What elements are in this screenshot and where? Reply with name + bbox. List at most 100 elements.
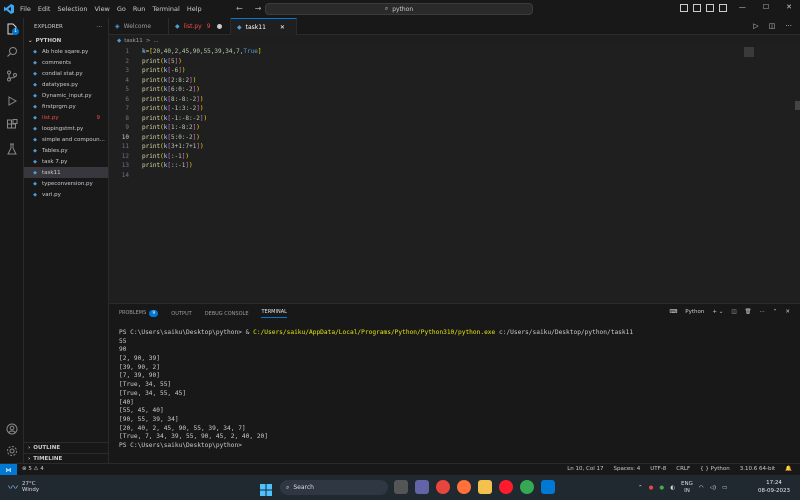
close-tab-icon[interactable]: ✕ [280,24,285,31]
menu-help[interactable]: Help [187,5,202,13]
tray-chevron-icon[interactable]: ⌃ [638,485,643,491]
breadcrumb-file[interactable]: task11 [124,38,143,44]
extensions-icon[interactable] [5,118,19,132]
tab-welcome[interactable]: ◈ Welcome [109,18,169,35]
outline-section[interactable]: › OUTLINE [24,442,109,453]
menu-run[interactable]: Run [133,5,145,13]
search-view-icon[interactable] [5,45,19,59]
tray-app-icon[interactable]: ● [649,485,654,491]
code-line[interactable]: 8 print(k[-1:-8:-2]) [109,114,800,124]
taskbar-search[interactable]: ⌕ Search [280,480,388,495]
tray-app2-icon[interactable]: ● [659,485,664,491]
command-center-search[interactable]: ⌕ python [265,3,533,15]
tab-terminal[interactable]: TERMINAL [261,309,287,318]
close-panel-icon[interactable]: ✕ [785,309,790,315]
tab-task11[interactable]: ◆ task11 ✕ [231,18,297,35]
file-item[interactable]: ◆ datatypes.py [24,79,108,90]
customize-layout-icon[interactable] [719,4,727,12]
back-arrow-icon[interactable]: ← [236,4,243,13]
toggle-sidebar-icon[interactable] [680,4,688,12]
menu-file[interactable]: File [20,5,31,13]
file-item[interactable]: ◆ firstprgm.py [24,101,108,112]
testing-icon[interactable] [5,142,19,156]
explorer-more-icon[interactable]: ··· [97,24,102,30]
terminal-name[interactable]: Python [685,309,704,315]
indentation[interactable]: Spaces: 4 [613,466,640,472]
code-line[interactable]: 4 print(k[2:8:2]) [109,76,800,86]
editor-scrollbar[interactable] [795,101,800,110]
language-indicator[interactable]: ENG IN [681,481,693,495]
folder-python[interactable]: ⌄ PYTHON [24,35,108,46]
windows-start-icon[interactable] [260,481,272,500]
code-line[interactable]: 11 print(k[3+1:7+1]) [109,142,800,152]
problems-status[interactable]: ⊗ 5 ⚠ 4 [22,466,44,472]
clock[interactable]: 17:24 08-09-2023 [758,479,790,495]
maximize-panel-icon[interactable]: ⌃ [773,309,778,315]
file-item[interactable]: ◆ task11 [24,167,108,178]
vscode-taskbar-icon[interactable] [541,480,555,494]
new-terminal-icon[interactable]: + ⌄ [712,309,723,315]
manage-gear-icon[interactable] [5,444,19,458]
more-actions-icon[interactable]: ··· [760,309,765,315]
menu-terminal[interactable]: Terminal [152,5,179,13]
menu-go[interactable]: Go [117,5,126,13]
toggle-panel-icon[interactable] [693,4,701,12]
menu-edit[interactable]: Edit [38,5,51,13]
unsaved-dot-icon[interactable] [216,24,222,29]
task-view-icon[interactable] [394,480,408,494]
forward-arrow-icon[interactable]: → [255,4,262,13]
file-explorer-icon[interactable] [478,480,492,494]
tab-output[interactable]: OUTPUT [171,311,191,317]
menu-view[interactable]: View [94,5,109,13]
file-item[interactable]: ◆ Tables.py [24,145,108,156]
run-debug-icon[interactable] [5,94,19,108]
more-actions-icon[interactable]: ··· [785,22,792,30]
code-line[interactable]: 9 print(k[1:-8:2]) [109,123,800,133]
volume-icon[interactable]: ◁) [710,485,716,491]
tab-list-py[interactable]: ◆ list.py 9 [169,18,231,35]
file-item[interactable]: ◆ list.py 9 [24,112,108,123]
minimap[interactable] [744,47,754,57]
file-item[interactable]: ◆ loopingstmt.py [24,123,108,134]
menu-selection[interactable]: Selection [57,5,87,13]
tab-problems[interactable]: PROBLEMS 9 [119,310,159,317]
code-line[interactable]: 7 print(k[-1:3:-2]) [109,104,800,114]
file-item[interactable]: ◆ Dynamic_input.py [24,90,108,101]
python-interpreter[interactable]: 3.10.6 64-bit [740,466,775,472]
code-line[interactable]: 12 print(k[:-1]) [109,152,800,162]
file-item[interactable]: ◆ Ab hole sqare.py [24,46,108,57]
code-line[interactable]: 5 print(k[6:0:-2]) [109,85,800,95]
wifi-icon[interactable]: ◠ [699,485,704,491]
weather-widget[interactable]: 〰 27°C Windy [8,479,39,495]
file-item[interactable]: ◆ typeconversion.py [24,178,108,189]
cursor-position[interactable]: Ln 10, Col 17 [567,466,603,472]
close-window-icon[interactable]: ✕ [786,3,792,11]
code-line[interactable]: 6 print(k[8:-8:-2]) [109,95,800,105]
split-terminal-icon[interactable]: ◫ [731,309,736,315]
end-of-line[interactable]: CRLF [676,466,690,472]
firefox-icon[interactable] [457,480,471,494]
notifications-bell-icon[interactable]: 🔔 [785,466,792,472]
battery-icon[interactable]: ▭ [722,485,727,491]
account-icon[interactable] [5,422,19,436]
file-item[interactable]: ◆ comments [24,57,108,68]
file-item[interactable]: ◆ vari.py [24,189,108,200]
run-file-icon[interactable]: ▷ [753,22,758,30]
code-line[interactable]: 10 print(k[5:0:-2]) [109,133,800,143]
opera-icon[interactable] [499,480,513,494]
code-line[interactable]: 2 print(k[5]) [109,57,800,67]
toggle-secondary-sidebar-icon[interactable] [706,4,714,12]
file-item[interactable]: ◆ condial stat.py [24,68,108,79]
source-control-icon[interactable] [5,69,19,83]
breadcrumb-rest[interactable]: ... [153,38,158,44]
kill-terminal-icon[interactable]: 🗑 [745,309,752,315]
code-line[interactable]: 1 k=[20,40,2,45,90,55,39,34,7,True] [109,47,800,57]
language-mode[interactable]: { } Python [700,466,730,472]
encoding[interactable]: UTF-8 [650,466,666,472]
split-editor-icon[interactable]: ◫ [769,22,776,30]
chrome-alt-icon[interactable] [520,480,534,494]
code-editor[interactable]: 1 k=[20,40,2,45,90,55,39,34,7,True] 2 print… [109,46,800,303]
chrome-icon[interactable] [436,480,450,494]
tray-app3-icon[interactable]: ◐ [670,485,675,491]
meet-icon[interactable] [415,480,429,494]
